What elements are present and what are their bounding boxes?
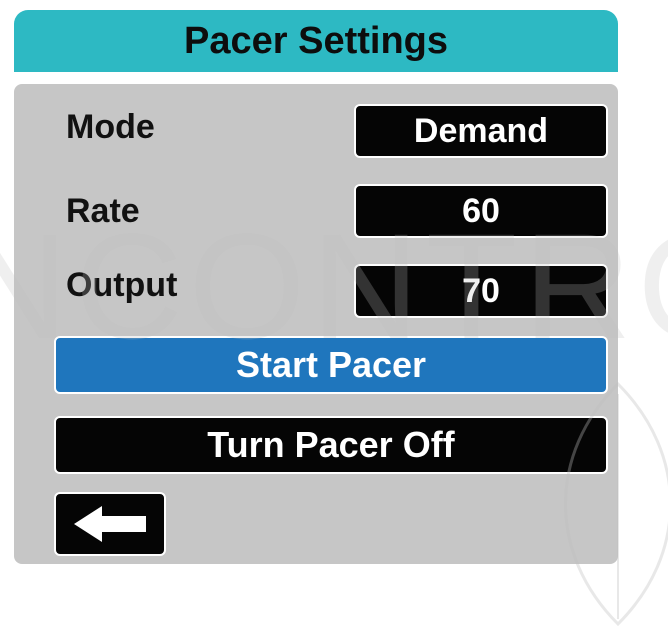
arrow-left-icon (74, 506, 146, 542)
rate-value-field[interactable]: 60 (354, 184, 608, 238)
title-bar: Pacer Settings (14, 10, 618, 72)
output-value-field[interactable]: 70 (354, 264, 608, 318)
back-button[interactable] (54, 492, 166, 556)
start-pacer-button[interactable]: Start Pacer (54, 336, 608, 394)
output-label: Output (66, 266, 178, 304)
turn-pacer-off-button[interactable]: Turn Pacer Off (54, 416, 608, 474)
page-title: Pacer Settings (184, 19, 448, 62)
mode-value-field[interactable]: Demand (354, 104, 608, 158)
settings-panel: Mode Demand Rate 60 Output 70 Start Pace… (14, 84, 618, 564)
rate-label: Rate (66, 192, 140, 230)
mode-label: Mode (66, 108, 155, 146)
